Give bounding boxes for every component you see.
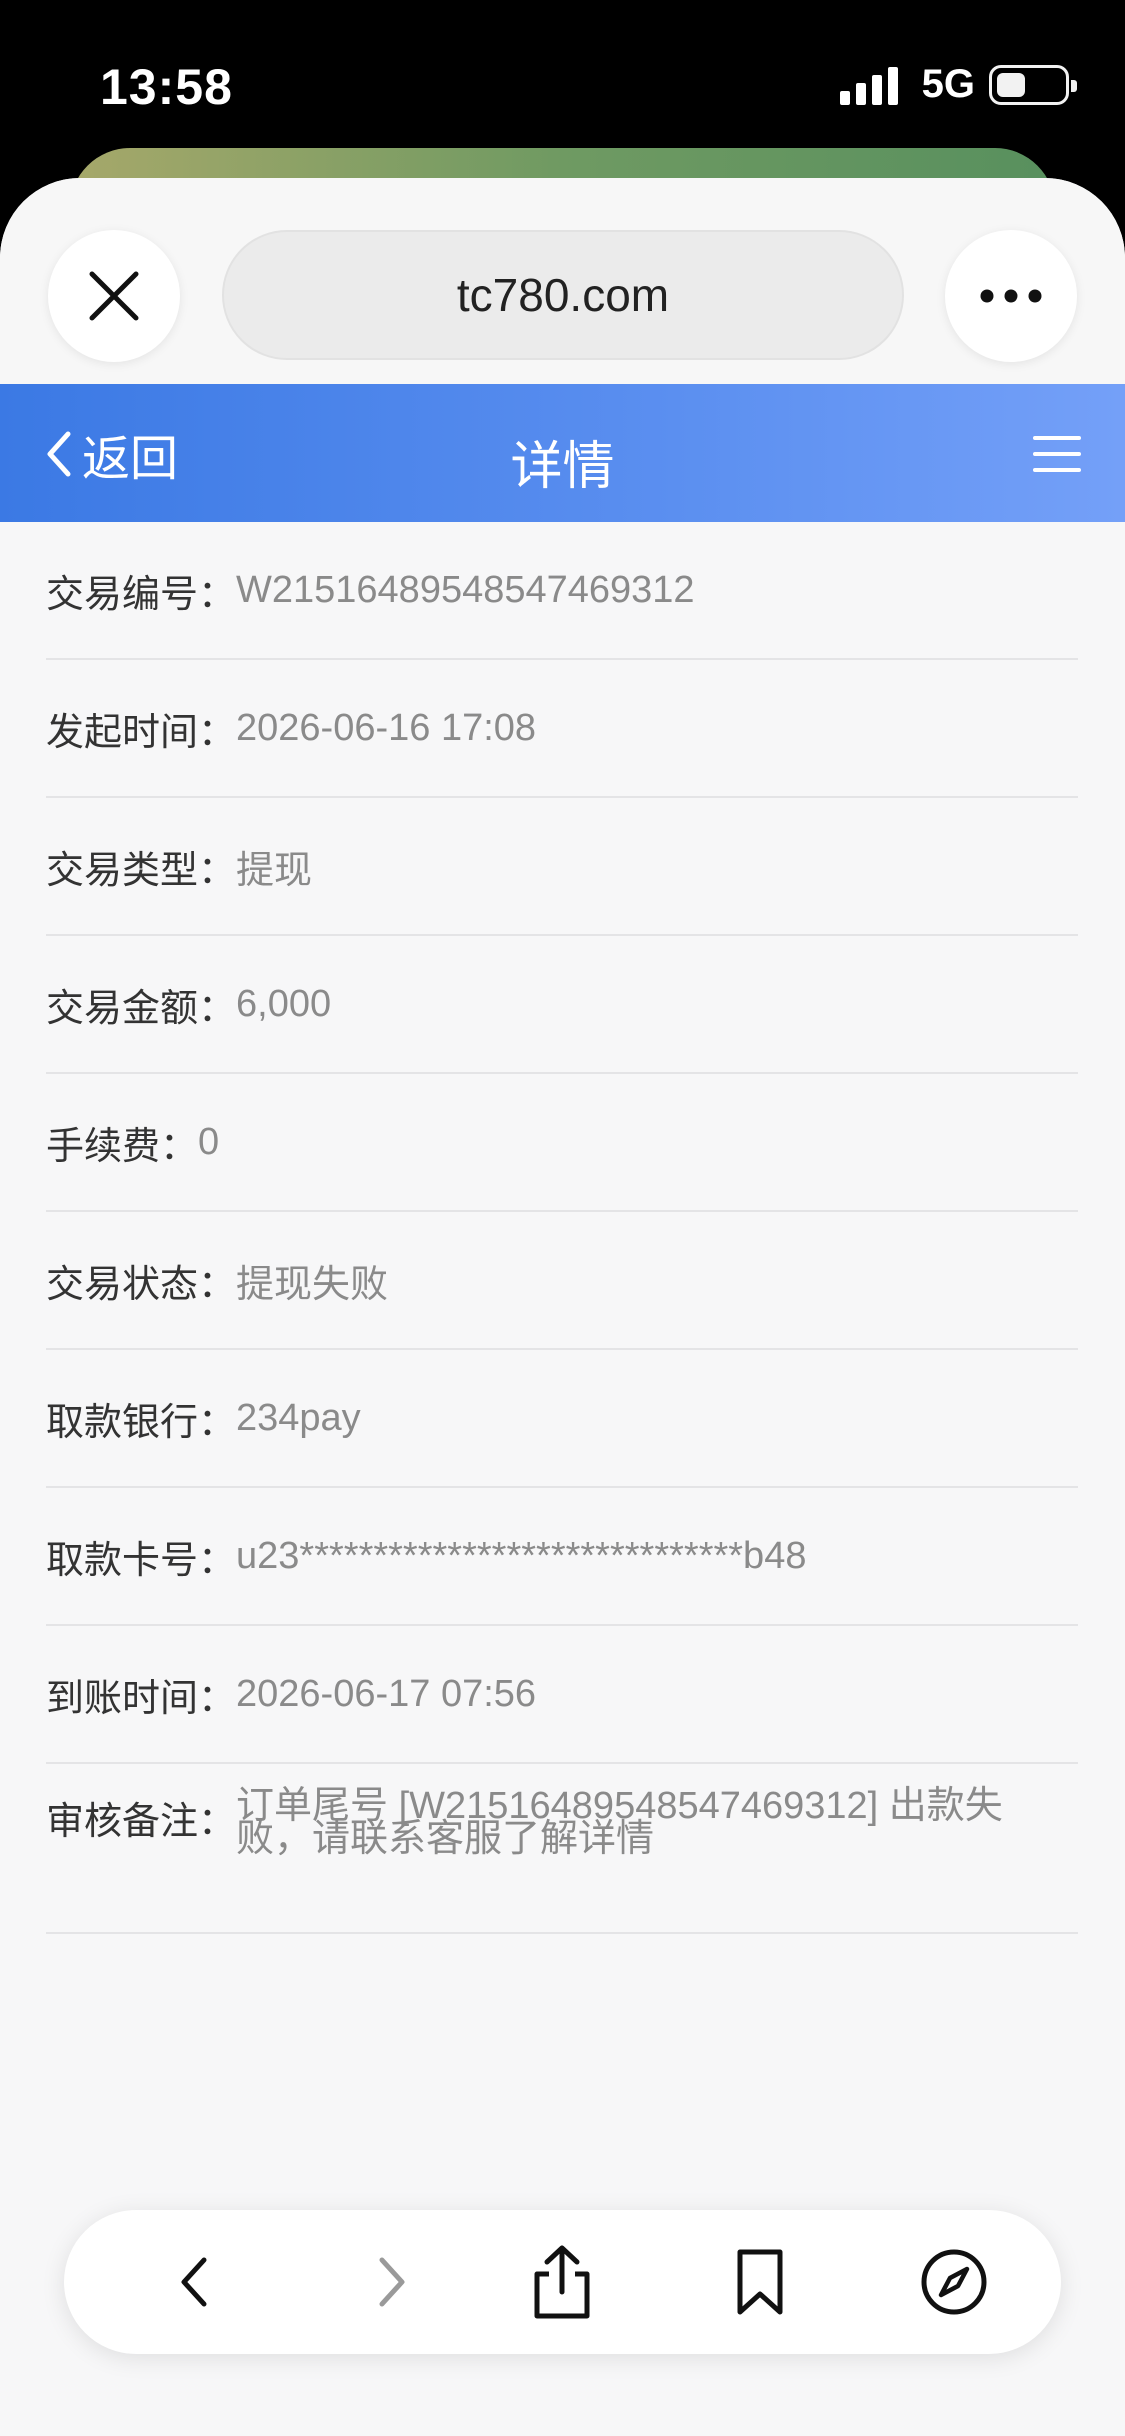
app-nav-bar: 返回 详情: [0, 384, 1125, 522]
browser-header: tc780.com: [0, 178, 1125, 384]
bookmark-icon: [737, 2249, 783, 2315]
detail-label: 手续费：: [46, 1125, 199, 1168]
detail-value: 234pay: [236, 1396, 361, 1439]
close-icon: [89, 271, 139, 321]
detail-value: u23******************************b48: [236, 1534, 807, 1577]
detail-label: 交易状态：: [46, 1263, 237, 1306]
detail-value: 2026-06-17 07:56: [236, 1672, 537, 1715]
cellular-signal-icon: [839, 65, 904, 105]
browser-back-button[interactable]: [154, 2242, 234, 2322]
detail-label: 交易类型：: [46, 849, 237, 892]
detail-label: 交易金额：: [46, 987, 237, 1030]
detail-list: 交易编号： W215164895485474693​12 发起时间： 2026-…: [46, 522, 1078, 1934]
detail-value: 提现失败: [236, 1263, 389, 1306]
detail-row-transaction-id: 交易编号： W215164895485474693​12: [46, 522, 1078, 660]
detail-value: 0: [198, 1120, 220, 1163]
tabs-button[interactable]: [914, 2242, 994, 2322]
detail-value: 2026-06-16 17:08: [236, 706, 537, 749]
detail-label: 审核备注：: [46, 1801, 237, 1843]
detail-label: 到账时间：: [46, 1677, 237, 1720]
detail-value: W215164895485474693​12: [236, 568, 695, 611]
more-button[interactable]: [945, 230, 1077, 362]
more-horizontal-icon: [980, 289, 1042, 303]
browser-sheet: tc780.com 返回 详情 交易编号： W21516489548547469…: [0, 178, 1125, 2436]
network-type: 5G: [921, 62, 975, 106]
hamburger-menu-icon[interactable]: [1027, 424, 1087, 484]
battery-icon: [989, 64, 1077, 105]
page-title: 详情: [510, 438, 615, 496]
detail-row-transaction-type: 交易类型： 提现: [46, 798, 1078, 936]
url-bar[interactable]: tc780.com: [222, 230, 904, 360]
chevron-right-icon: [379, 2257, 405, 2307]
detail-row-review-note: 审核备注： 订单尾号 [W21516489548547469312] 出款失败，…: [46, 1764, 1078, 1934]
share-button[interactable]: [522, 2242, 602, 2322]
detail-row-arrival-time: 到账时间： 2026-06-17 07:56: [46, 1626, 1078, 1764]
status-indicators: 5G: [839, 62, 1077, 107]
compass-icon: [921, 2249, 987, 2315]
browser-forward-button[interactable]: [352, 2242, 432, 2322]
detail-row-card-number: 取款卡号： u23******************************b…: [46, 1488, 1078, 1626]
detail-value: 提现: [236, 849, 313, 892]
detail-label: 发起时间：: [46, 711, 237, 754]
detail-row-fee: 手续费： 0: [46, 1074, 1078, 1212]
close-button[interactable]: [48, 230, 180, 362]
detail-label: 取款银行：: [46, 1401, 237, 1444]
detail-row-initiated-time: 发起时间： 2026-06-16 17:08: [46, 660, 1078, 798]
detail-value: 6,000: [236, 982, 332, 1025]
browser-toolbar: [64, 2210, 1061, 2354]
detail-label: 交易编号：: [46, 573, 237, 616]
detail-row-status: 交易状态： 提现失败: [46, 1212, 1078, 1350]
detail-value: 订单尾号 [W21516489548547469312] 出款失败，请联系客服了…: [236, 1785, 1003, 1860]
status-time: 13:58: [100, 59, 233, 115]
detail-label: 取款卡号：: [46, 1539, 237, 1582]
share-icon: [534, 2245, 590, 2319]
detail-row-bank: 取款银行： 234pay: [46, 1350, 1078, 1488]
detail-row-amount: 交易金额： 6,000: [46, 936, 1078, 1074]
chevron-left-icon: [181, 2257, 207, 2307]
bookmarks-button[interactable]: [720, 2242, 800, 2322]
